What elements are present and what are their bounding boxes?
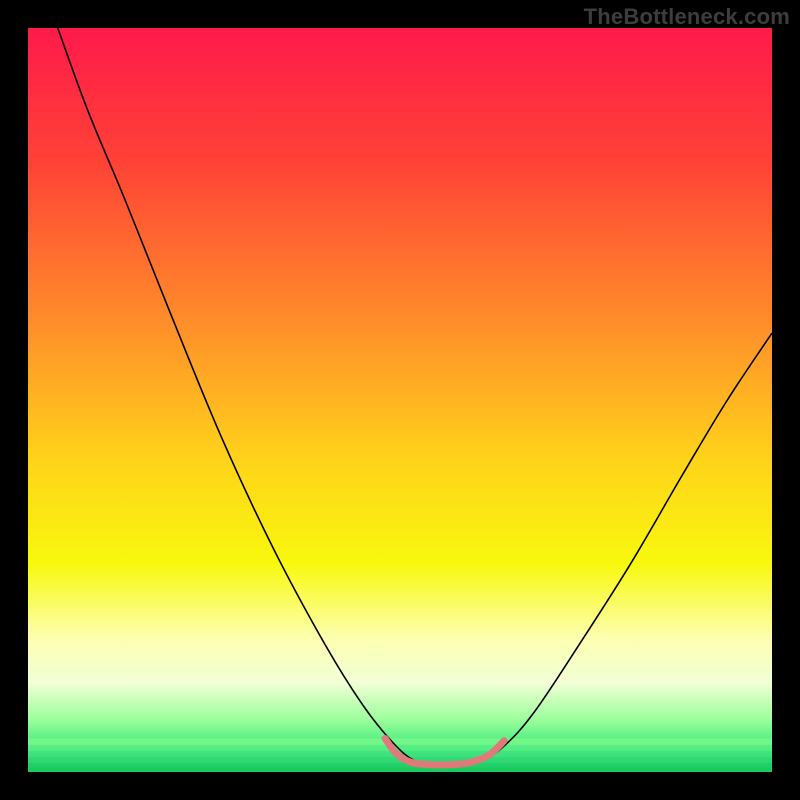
- watermark-text: TheBottleneck.com: [584, 4, 790, 30]
- bottleneck-chart: [28, 28, 772, 772]
- chart-frame: TheBottleneck.com: [0, 0, 800, 800]
- plot-area: [28, 28, 772, 772]
- gradient-background: [28, 28, 772, 772]
